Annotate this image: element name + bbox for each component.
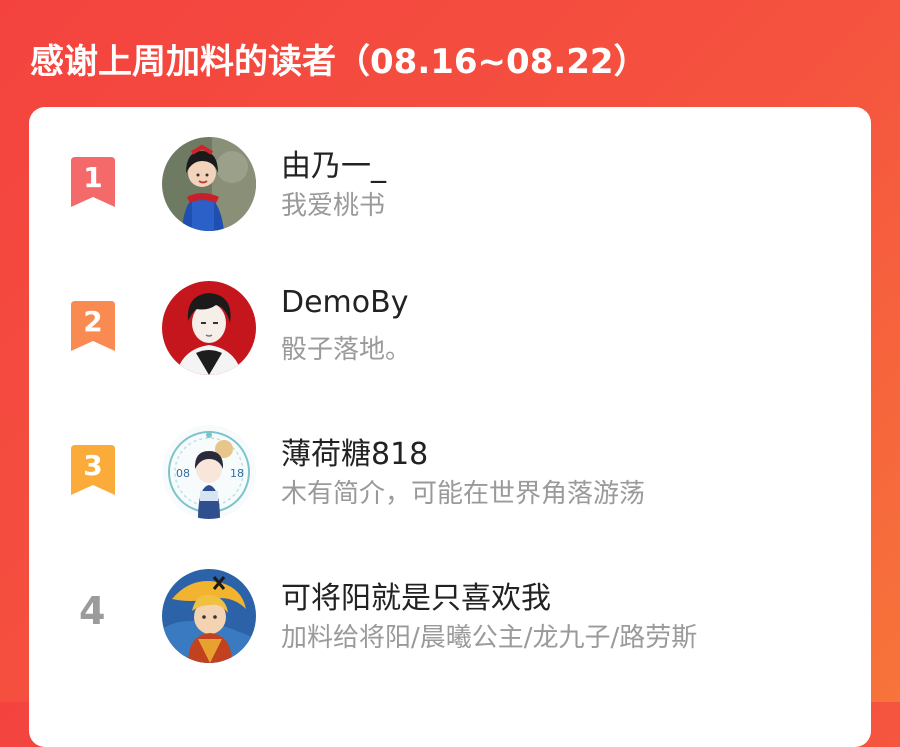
- list-item[interactable]: 4 可将阳就是只喜欢我 加料给将阳/晨曦公主/龙九子/路劳斯: [29, 567, 871, 687]
- avatar[interactable]: [162, 137, 256, 231]
- list-item[interactable]: 2 DemoBy 骰子落地。: [29, 279, 871, 399]
- reader-description: 加料给将阳/晨曦公主/龙九子/路劳斯: [281, 623, 698, 653]
- reader-name: 可将阳就是只喜欢我: [281, 581, 551, 616]
- list-item[interactable]: 1 由乃一_ 我爱桃书: [29, 135, 871, 255]
- rank-number: 2: [83, 305, 102, 338]
- reader-name: 由乃一_: [281, 149, 386, 184]
- page-title: 感谢上周加料的读者（08.16~08.22）: [30, 42, 648, 82]
- list-item[interactable]: 3 08 18 薄荷糖818 木有简介，可能在世界角落游荡: [29, 423, 871, 543]
- reader-description: 骰子落地。: [281, 335, 412, 365]
- avatar[interactable]: 08 18: [162, 425, 256, 519]
- rank-number: 1: [83, 161, 102, 194]
- rank-ribbon-icon: 2: [69, 301, 117, 351]
- reader-description: 木有简介，可能在世界角落游荡: [281, 479, 646, 509]
- rank-ribbon-icon: 1: [69, 157, 117, 207]
- rank-number: 3: [83, 449, 102, 482]
- svg-text:18: 18: [230, 467, 244, 480]
- avatar[interactable]: [162, 281, 256, 375]
- avatar[interactable]: [162, 569, 256, 663]
- svg-text:08: 08: [176, 467, 190, 480]
- rank-ribbon-icon: 3: [69, 445, 117, 495]
- rank-number: 4: [79, 589, 106, 633]
- reader-description: 我爱桃书: [281, 191, 386, 221]
- reader-name: 薄荷糖818: [281, 437, 429, 472]
- reader-ranking-list: 1 由乃一_ 我爱桃书 2 DemoBy 骰子落地。 3 08 18 薄荷糖81…: [29, 107, 871, 747]
- reader-name: DemoBy: [281, 285, 409, 320]
